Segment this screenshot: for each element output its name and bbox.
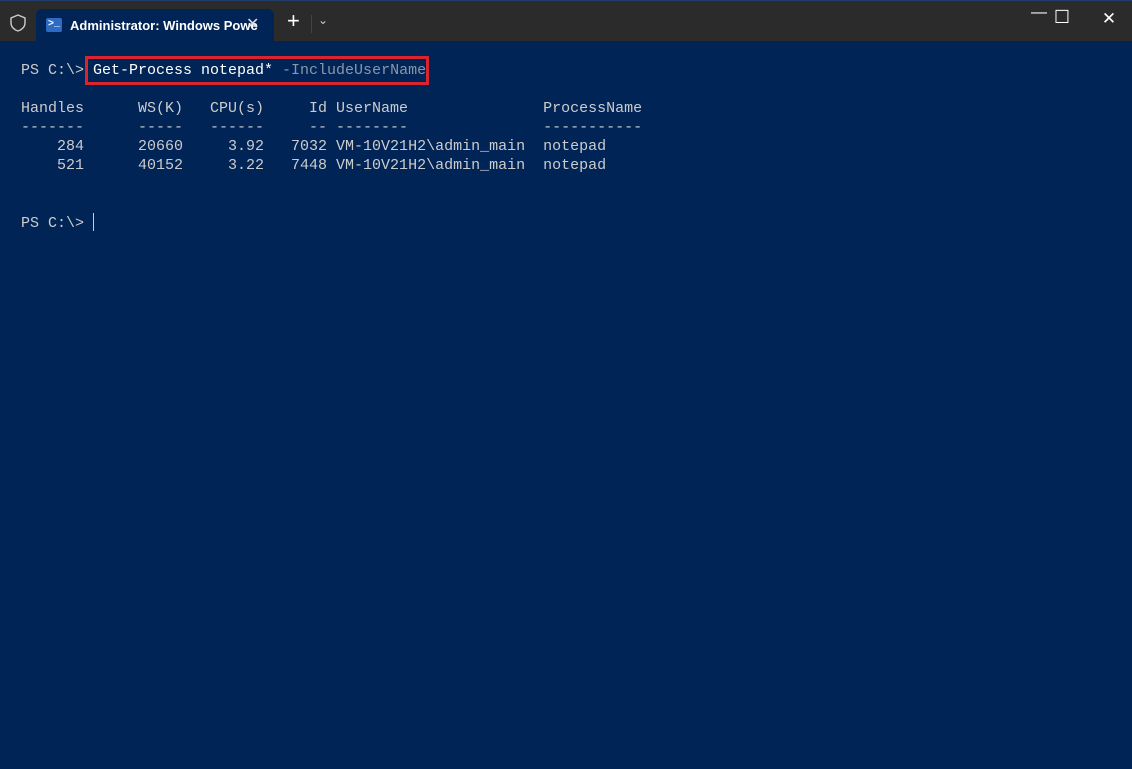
table-header: Handles WS(K) CPU(s) Id UserName Process… [21,99,642,118]
close-button[interactable]: ✕ [1086,9,1132,29]
table-row: 284 20660 3.92 7032 VM-10V21H2\admin_mai… [21,137,642,156]
text-cursor [93,213,94,231]
tab-close-icon[interactable]: ✕ [246,14,259,34]
title-bar: >_ Administrator: Windows Powe ✕ + ⌄ — ☐… [0,0,1132,41]
prompt: PS C:\> [21,62,93,79]
terminal-output[interactable]: PS C:\> Get-Process notepad* -IncludeUse… [21,61,642,232]
highlight-box [85,56,429,85]
maximize-button[interactable]: ☐ [1039,7,1085,28]
tab-powershell[interactable]: >_ Administrator: Windows Powe ✕ [36,9,274,42]
powershell-icon: >_ [46,18,62,32]
prompt: PS C:\> [21,215,93,232]
table-row: 521 40152 3.22 7448 VM-10V21H2\admin_mai… [21,156,642,175]
current-prompt-line[interactable]: PS C:\> [21,213,642,232]
tab-title: Administrator: Windows Powe [70,18,258,33]
new-tab-button[interactable]: + [287,10,300,32]
chevron-down-icon[interactable]: ⌄ [318,13,328,27]
divider [311,15,312,33]
shield-icon [9,14,27,32]
table-divider: ------- ----- ------ -- -------- -------… [21,118,642,137]
